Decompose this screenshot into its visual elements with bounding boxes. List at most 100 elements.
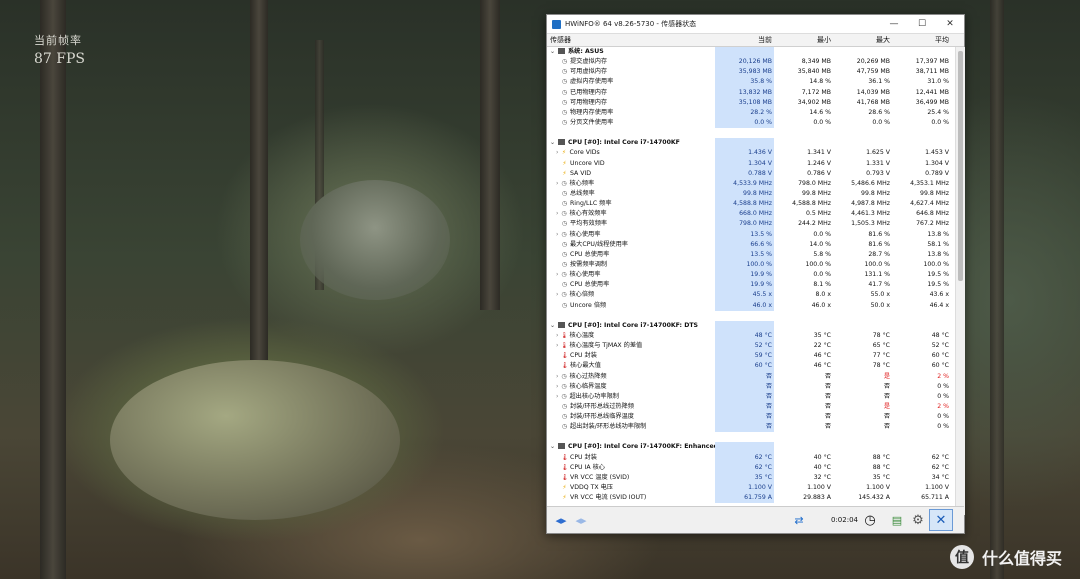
nav-right-arrows-icon[interactable]: ◂▸	[571, 511, 591, 529]
sensor-row[interactable]: › ◷ 核心使用率 13.5 % 0.0 % 81.6 % 13.8 %	[547, 229, 955, 240]
current-value: 668.0 MHz	[715, 209, 774, 220]
sensor-group-header[interactable]: ⌄ CPU [#0]: Intel Core i7-14700KF	[547, 138, 955, 149]
sensor-row[interactable]: › ◷ 超出核心功率限制否否否 0 %	[547, 391, 955, 402]
avg-value: 0 %	[937, 423, 949, 431]
thermo-icon: 🌡	[561, 463, 569, 471]
nav-left-arrows-icon[interactable]: ◂▸	[551, 511, 571, 529]
gear-icon[interactable]: ⚙	[907, 511, 929, 529]
sensor-row[interactable]: ⚡ VDDQ TX 电压 1.100 V 1.100 V 1.100 V 1.100 V	[547, 483, 955, 494]
avg-value: 646.8 MHz	[916, 210, 949, 218]
expand-chevron-icon[interactable]: ›	[550, 291, 560, 298]
sensor-row[interactable]: ◷ 超出封装/环形总线功率限制否否否 0 %	[547, 422, 955, 433]
column-current[interactable]: 当前	[715, 34, 774, 46]
chip-icon	[558, 139, 565, 146]
current-value: 60 °C	[715, 361, 774, 372]
max-value	[833, 128, 892, 138]
close-icon[interactable]: ✕	[929, 509, 953, 531]
expand-chevron-icon[interactable]: ›	[550, 373, 560, 380]
sensor-row[interactable]: ◷ 封装/环形总线过热降频否否是 2 %	[547, 401, 955, 413]
spacer-row	[547, 128, 955, 139]
network-icon[interactable]: ⇄	[787, 511, 811, 529]
sensor-row[interactable]: ◷ 按需频率调制 100.0 % 100.0 % 100.0 % 100.0 %	[547, 259, 955, 271]
sensor-row[interactable]: ◷ 平均有效频率 798.0 MHz 244.2 MHz 1,505.3 MHz 767.…	[547, 219, 955, 230]
expand-chevron-icon[interactable]: ›	[550, 149, 560, 156]
title-bar[interactable]: HWiNFO® 64 v8.26-5730 - 传感器状态 — ☐ ✕	[547, 15, 964, 33]
sensor-row[interactable]: ⚡ SA VID 0.788 V 0.786 V 0.793 V 0.789 V	[547, 168, 955, 179]
sensor-row[interactable]: 🌡VR VCC 温度 (SVID) 35 °C 32 °C 35 °C 34 °C	[547, 472, 955, 484]
sensor-row[interactable]: ◷ 物理内存使用率 28.2 % 14.6 % 28.6 % 25.4 %	[547, 107, 955, 118]
sensor-row[interactable]: › ⚡ Core VIDs 1.436 V 1.341 V 1.625 V 1.453 V	[547, 148, 955, 159]
expand-chevron-icon[interactable]: ›	[550, 332, 560, 339]
column-max[interactable]: 最大	[833, 34, 892, 46]
sensor-row[interactable]: ◷ CPU 总使用率 19.9 % 8.1 % 41.7 % 19.5 %	[547, 280, 955, 291]
minimize-button[interactable]: —	[880, 19, 908, 29]
sensor-table[interactable]: ⌄ 系统: ASUS ◷ 提交虚拟内存 20,126 MB 8,349 MB 20,269 …	[547, 47, 955, 515]
sensor-row[interactable]: ⚡ VR VCC 电流 (SVID IOUT) 61.759 A 29.883 A 14…	[547, 493, 955, 504]
sensor-row[interactable]: › ◷ 核心倍频 45.5 x 8.0 x 55.0 x 43.6 x	[547, 290, 955, 301]
column-min[interactable]: 最小	[774, 34, 833, 46]
sensor-row[interactable]: ◷ 最大CPU/线程使用率 66.6 % 14.0 % 81.6 % 58.1 %	[547, 239, 955, 250]
scrollbar[interactable]	[955, 47, 965, 515]
sensor-row[interactable]: ◷ 可用虚拟内存 35,983 MB 35,840 MB 47,759 MB 38,711…	[547, 67, 955, 78]
sensor-group-header[interactable]: ⌄ 系统: ASUS	[547, 47, 955, 58]
expand-chevron-icon[interactable]: ›	[550, 271, 560, 278]
sensor-label: 总线频率	[570, 189, 595, 197]
expand-chevron-icon[interactable]: ›	[550, 180, 560, 187]
expand-chevron-icon[interactable]: ›	[550, 393, 560, 400]
min-value: 0.0 %	[813, 118, 831, 126]
sensor-name-cell: › ◷ 核心倍频	[547, 290, 715, 300]
min-value: 5.8 %	[813, 250, 831, 258]
sensor-row[interactable]: ⚡ Uncore VID 1.304 V 1.246 V 1.331 V 1.304 V	[547, 158, 955, 169]
sensor-label: 封装/环形总线临界温度	[570, 413, 634, 421]
max-value: 0.0 %	[872, 118, 890, 126]
stopwatch-icon[interactable]: ◷	[859, 511, 881, 529]
max-value	[833, 432, 892, 442]
sensor-row[interactable]: › ◷ 核心使用率 19.9 % 0.0 % 131.1 % 19.5 %	[547, 270, 955, 281]
collapse-chevron-icon[interactable]: ⌄	[550, 47, 558, 57]
expand-chevron-icon[interactable]: ›	[550, 210, 560, 217]
sensor-row[interactable]: 🌡CPU 封装 59 °C 46 °C 77 °C 60 °C	[547, 351, 955, 362]
clock-icon: ◷	[561, 301, 568, 309]
sensor-group-header[interactable]: ⌄ CPU [#0]: Intel Core i7-14700KF: Enhanc…	[547, 442, 955, 453]
sensor-row[interactable]: ◷ Ring/LLC 频率 4,588.8 MHz 4,588.8 MHz 4,987.…	[547, 199, 955, 210]
column-avg[interactable]: 平均	[892, 34, 951, 46]
min-value	[774, 311, 833, 321]
collapse-chevron-icon[interactable]: ⌄	[550, 442, 558, 452]
sensor-row[interactable]: 🌡CPU IA 核心 62 °C 40 °C 88 °C 62 °C	[547, 462, 955, 473]
sensor-row[interactable]: › ◷ 核心有效频率 668.0 MHz 0.5 MHz 4,461.3 MHz 646.…	[547, 209, 955, 220]
sensor-row[interactable]: ◷ 虚拟内存使用率 35.8 % 14.8 % 36.1 % 31.0 %	[547, 77, 955, 88]
sensor-row[interactable]: ◷ CPU 总使用率 13.5 % 5.8 % 28.7 % 13.8 %	[547, 249, 955, 260]
sensor-row[interactable]: › ◷ 核心临界温度否否否 0 %	[547, 381, 955, 392]
collapse-chevron-icon[interactable]: ⌄	[550, 321, 558, 331]
scrollbar-thumb[interactable]	[958, 51, 963, 281]
maximize-button[interactable]: ☐	[908, 19, 936, 29]
sensor-row[interactable]: 🌡核心最大值 60 °C 46 °C 78 °C 60 °C	[547, 361, 955, 372]
sensor-row[interactable]: ◷ 封装/环形总线临界温度否否否 0 %	[547, 412, 955, 423]
sensor-label: CPU [#0]: Intel Core i7-14700KF	[568, 139, 680, 147]
sensor-row[interactable]: › ◷ 核心频率 4,533.9 MHz 798.0 MHz 5,486.6 MHz 4,…	[547, 178, 955, 189]
collapse-chevron-icon[interactable]: ⌄	[550, 138, 558, 148]
sensor-row[interactable]: ◷ 分页文件使用率 0.0 % 0.0 % 0.0 % 0.0 %	[547, 117, 955, 129]
sensor-group-header[interactable]: ⌄ CPU [#0]: Intel Core i7-14700KF: DTS	[547, 320, 955, 331]
report-icon[interactable]: ▤	[887, 511, 907, 529]
sensor-row[interactable]: › 🌡核心温度 48 °C 35 °C 78 °C 48 °C	[547, 330, 955, 342]
clock-icon: ◷	[561, 68, 568, 76]
close-window-button[interactable]: ✕	[936, 19, 964, 29]
sensor-row[interactable]: › 🌡核心温度与 TjMAX 的差值 52 °C 22 °C 65 °C 52 °C	[547, 341, 955, 352]
sensor-row[interactable]: 🌡CPU 封装 62 °C 40 °C 88 °C 62 °C	[547, 452, 955, 463]
min-value: 99.8 MHz	[802, 189, 831, 197]
sensor-row[interactable]: ◷ Uncore 倍频 46.0 x 46.0 x 50.0 x 46.4 x	[547, 300, 955, 311]
column-sensor[interactable]: 传感器	[547, 34, 715, 46]
min-value: 34,902 MB	[797, 98, 831, 106]
expand-chevron-icon[interactable]: ›	[550, 342, 560, 349]
max-value: 5,486.6 MHz	[851, 179, 890, 187]
expand-chevron-icon[interactable]: ›	[550, 231, 560, 238]
sensor-row[interactable]: ◷ 可用物理内存 35,108 MB 34,902 MB 41,768 MB 36,499…	[547, 97, 955, 108]
sensor-row[interactable]: ◷ 已用物理内存 13,832 MB 7,172 MB 14,039 MB 12,441 …	[547, 87, 955, 98]
sensor-row[interactable]: › ◷ 核心过热降频否否是 2 %	[547, 371, 955, 382]
expand-chevron-icon[interactable]: ›	[550, 383, 560, 390]
sensor-name-cell: ◷ CPU 总使用率	[547, 280, 715, 290]
sensor-row[interactable]: ◷ 提交虚拟内存 20,126 MB 8,349 MB 20,269 MB 17,397 …	[547, 57, 955, 68]
sensor-row[interactable]: ◷ 总线频率 99.8 MHz 99.8 MHz 99.8 MHz 99.8 MHz	[547, 188, 955, 200]
